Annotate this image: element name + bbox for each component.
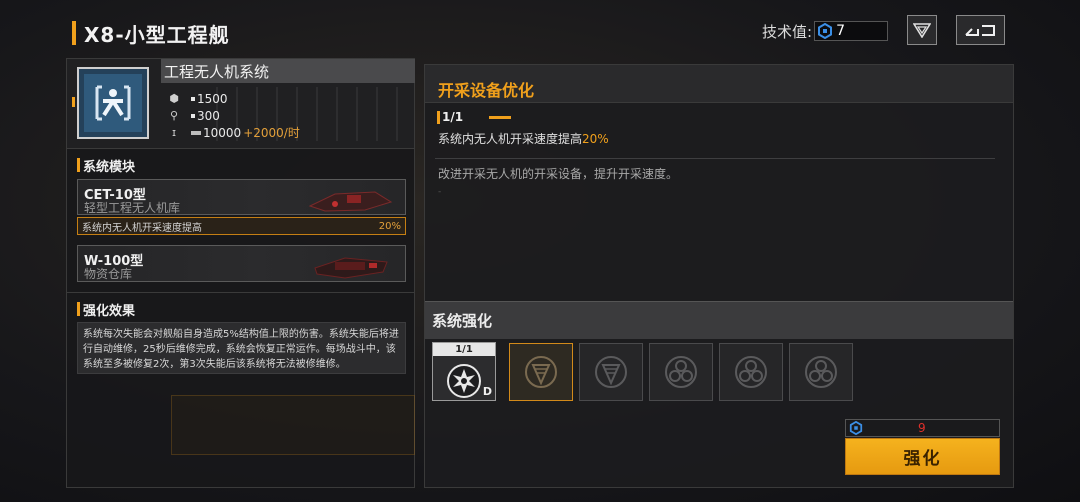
stat-energy-value: 10000 — [203, 125, 242, 140]
stat-bar-marker — [191, 130, 201, 135]
modules-section-title: 系统模块 — [83, 159, 136, 175]
module-effect-value: 20% — [378, 220, 401, 232]
hex-cluster-icon — [735, 356, 767, 388]
page-title: X8-小型工程舰 — [84, 22, 230, 47]
upgrade-level: 1/1 — [442, 110, 464, 124]
enhance-button-label: 强化 — [903, 449, 942, 469]
current-slot-grade: D — [482, 385, 492, 398]
storage-art-icon — [314, 257, 388, 279]
icon-marker — [72, 97, 75, 107]
hex-cluster-icon — [805, 356, 837, 388]
system-icon-frame[interactable] — [77, 67, 149, 139]
system-info-panel: 工程无人机系统 ⬢ 1500 ⚲ 300 ɪ 10000 +2000/时 系统模… — [66, 58, 415, 488]
enhance-cost-box: 9 强化 — [845, 419, 1000, 475]
module-type: 轻型工程无人机库 — [84, 201, 181, 215]
drone-icon: ⚲ — [169, 109, 179, 122]
stat-capacity-value: 1500 — [197, 91, 228, 106]
cost-display: 9 — [845, 419, 1000, 437]
upgrade-effect-pct: 20% — [582, 132, 609, 146]
enhance-slot-3[interactable] — [649, 343, 713, 401]
stat-drones-value: 300 — [197, 108, 220, 123]
energy-icon: ɪ — [171, 126, 177, 139]
drill-icon — [595, 356, 627, 388]
upgrade-effect-text: 系统内无人机开采速度提高 — [438, 132, 583, 146]
faint-dash: - — [438, 187, 442, 197]
system-enhance-title: 系统强化 — [432, 312, 493, 330]
burst-emblem-icon — [447, 364, 481, 398]
section-divider — [67, 292, 414, 293]
module-type: 物资仓库 — [84, 267, 133, 281]
filter-button[interactable] — [907, 15, 937, 45]
stat-energy-rate: +2000/时 — [243, 126, 300, 140]
tech-value-box: 7 — [814, 21, 889, 41]
back-arrow-icon — [964, 25, 995, 36]
upgrade-detail-panel: 开采设备优化 1/1 系统内无人机开采速度提高20% 改进开采无人机的开采设备，… — [424, 64, 1014, 488]
enhance-button[interactable]: 强化 — [845, 438, 1000, 475]
module-card-cet10[interactable]: CET-10型 轻型工程无人机库 — [77, 179, 406, 215]
system-icon-bg — [84, 74, 142, 132]
upgrade-title: 开采设备优化 — [438, 81, 535, 100]
stat-drones: ⚲ 300 — [167, 107, 220, 124]
drone-bay-art-icon — [308, 191, 393, 212]
engineering-drone-icon — [95, 85, 131, 121]
system-enhance-bar: 系统强化 — [425, 301, 1013, 339]
level-progress-bar — [489, 115, 512, 119]
stat-marker — [191, 96, 195, 101]
tech-value: 7 — [836, 23, 845, 39]
title-accent — [72, 21, 76, 45]
triangle-filter-icon — [913, 23, 931, 38]
cube-icon: ⬢ — [169, 92, 179, 105]
tech-chip-icon — [849, 421, 863, 435]
hex-cluster-icon — [665, 356, 697, 388]
enhance-section-title: 强化效果 — [83, 303, 136, 319]
enhance-section-header: 强化效果 — [77, 300, 136, 319]
module-effect-bar: 系统内无人机开采速度提高 20% — [77, 217, 406, 235]
tech-label: 技术值: — [762, 22, 813, 41]
stat-energy: ɪ 10000 +2000/时 — [167, 124, 300, 141]
module-effect-text: 系统内无人机开采速度提高 — [82, 222, 202, 234]
back-button[interactable] — [956, 15, 1005, 45]
upgrade-divider — [435, 158, 995, 159]
upgrade-effect: 系统内无人机开采速度提高20% — [438, 130, 609, 147]
drill-icon — [525, 356, 557, 388]
stat-capacity: ⬢ 1500 — [167, 90, 228, 107]
module-card-w100[interactable]: W-100型 物资仓库 — [77, 245, 406, 282]
enhance-desc-box: 系统每次失能会对舰船自身造成5%结构值上限的伤害。系统失能后将进行自动维修，25… — [77, 322, 406, 374]
current-slot-level: 1/1 — [433, 343, 495, 356]
stat-marker — [191, 113, 195, 118]
current-enhance-slot[interactable]: 1/1 D — [432, 342, 496, 401]
level-accent — [437, 110, 440, 124]
upgrade-description: 改进开采无人机的开采设备，提升开采速度。 — [438, 167, 679, 181]
enhance-slot-1[interactable] — [509, 343, 573, 401]
enhance-slot-4[interactable] — [719, 343, 783, 401]
title-bar: X8-小型工程舰 — [72, 18, 230, 48]
cost-value: 9 — [918, 421, 926, 435]
enhance-slot-5[interactable] — [789, 343, 853, 401]
system-name-bar: 工程无人机系统 — [161, 59, 415, 83]
tech-value-display: 技术值: 7 — [762, 20, 889, 42]
tech-chip-icon — [818, 23, 833, 39]
background-ghost-card — [171, 395, 415, 455]
upgrade-level-row: 1/1 — [437, 109, 512, 125]
enhance-slot-2[interactable] — [579, 343, 643, 401]
system-name: 工程无人机系统 — [164, 62, 270, 81]
section-accent — [77, 302, 80, 316]
enhance-description: 系统每次失能会对舰船自身造成5%结构值上限的伤害。系统失能后将进行自动维修，25… — [83, 329, 399, 370]
section-accent — [77, 158, 80, 172]
modules-section-header: 系统模块 — [77, 156, 136, 175]
